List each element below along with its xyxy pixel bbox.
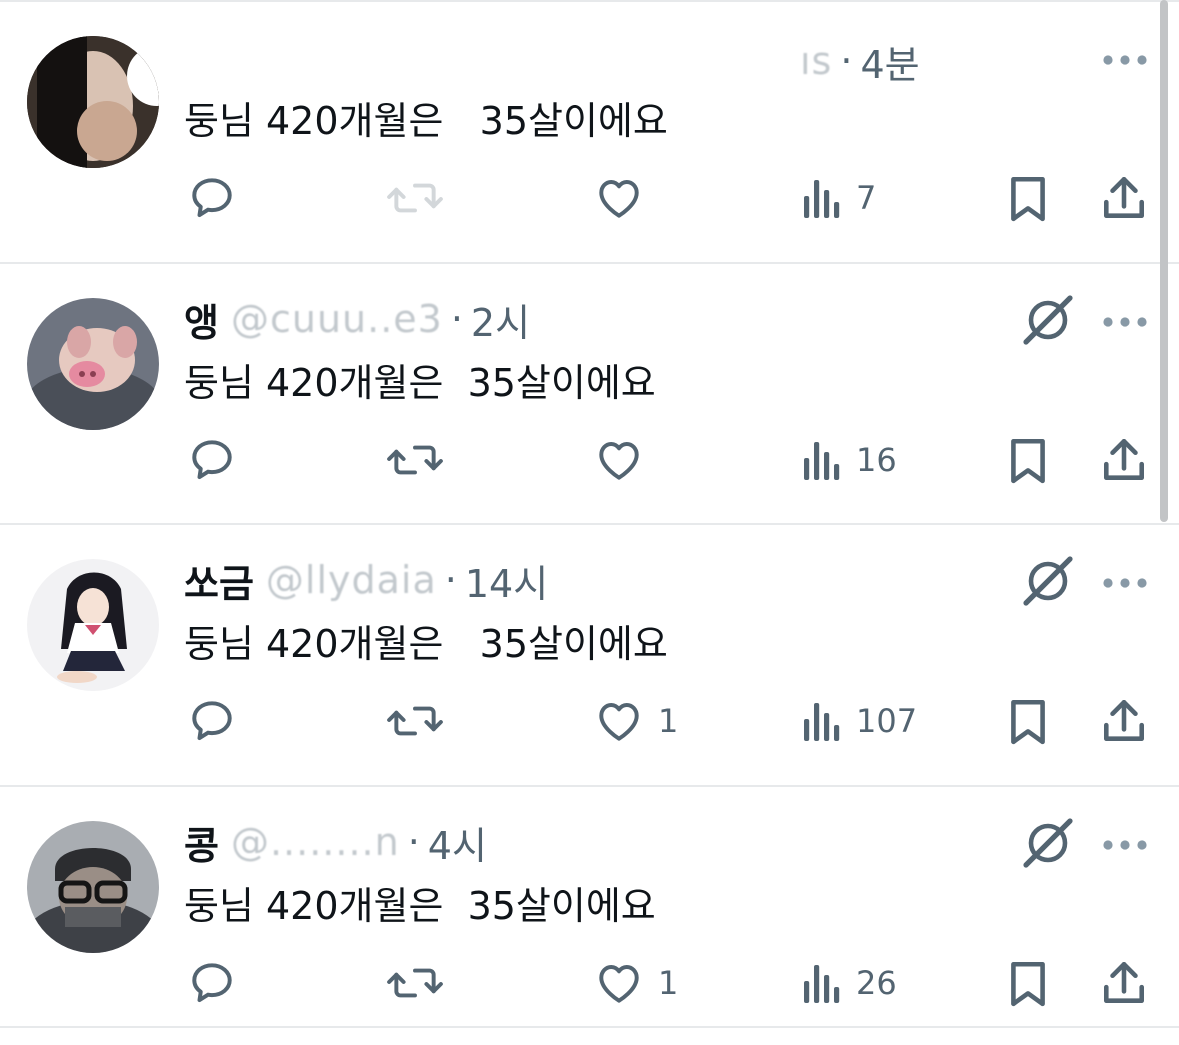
post-header: ıs · 4분 (800, 34, 920, 89)
reply-icon (187, 173, 237, 223)
repost-button[interactable] (386, 168, 458, 228)
avatar[interactable] (27, 36, 159, 168)
separator-dot: · (444, 558, 457, 602)
avatar[interactable] (27, 821, 159, 953)
bookmark-icon (1005, 696, 1051, 746)
more-options-button[interactable] (1100, 40, 1150, 80)
bookmark-button[interactable] (1005, 430, 1051, 490)
more-options-button[interactable] (1100, 302, 1150, 342)
reply-icon (187, 696, 237, 746)
bookmark-icon (1005, 173, 1051, 223)
grok-icon[interactable] (1020, 553, 1076, 609)
repost-button[interactable] (386, 953, 458, 1013)
bookmark-icon (1005, 958, 1051, 1008)
display-name[interactable]: 앵 (184, 292, 219, 347)
separator-dot: · (407, 820, 420, 864)
views-button[interactable]: 7 (802, 168, 876, 228)
reply-icon (187, 435, 237, 485)
timestamp[interactable]: 14시 (465, 553, 548, 608)
reply-feed: ıs · 4분 둥님 420개월은 35살이에요 7 앵 @cuuu..e3 · 2시 둥님 42… (0, 0, 1179, 1039)
grok-icon[interactable] (1020, 815, 1076, 871)
share-icon (1101, 173, 1147, 223)
username[interactable]: ıs (800, 39, 832, 83)
share-icon (1101, 696, 1147, 746)
post-header: 쏘금 @llydaia · 14시 (184, 553, 548, 608)
reply-button[interactable] (187, 953, 251, 1013)
avatar[interactable] (27, 559, 159, 691)
share-button[interactable] (1101, 430, 1147, 490)
timestamp[interactable]: 2시 (471, 292, 530, 347)
bookmark-button[interactable] (1005, 691, 1051, 751)
views-icon (802, 173, 842, 223)
share-icon (1101, 435, 1147, 485)
views-icon (802, 958, 842, 1008)
share-button[interactable] (1101, 691, 1147, 751)
views-icon (802, 696, 842, 746)
repost-icon (386, 958, 444, 1008)
like-button[interactable]: 1 (594, 953, 678, 1013)
separator-dot: · (450, 297, 463, 341)
heart-icon (594, 435, 644, 485)
share-icon (1101, 958, 1147, 1008)
scrollbar[interactable] (1160, 0, 1168, 522)
display-name[interactable]: 콩 (184, 815, 219, 870)
like-button[interactable] (594, 168, 658, 228)
share-button[interactable] (1101, 953, 1147, 1013)
post-text: 둥님 420개월은 35살이에요 (184, 884, 656, 928)
repost-icon (386, 435, 444, 485)
avatar[interactable] (27, 298, 159, 430)
views-button[interactable]: 107 (802, 691, 917, 751)
views-button[interactable]: 26 (802, 953, 897, 1013)
like-button[interactable] (594, 430, 658, 490)
divider (0, 1026, 1179, 1028)
share-button[interactable] (1101, 168, 1147, 228)
display-name[interactable]: 쏘금 (184, 553, 254, 608)
reply-button[interactable] (187, 691, 251, 751)
bookmark-button[interactable] (1005, 953, 1051, 1013)
more-options-button[interactable] (1100, 563, 1150, 603)
more-options-button[interactable] (1100, 825, 1150, 865)
post-text: 둥님 420개월은 35살이에요 (184, 99, 668, 143)
repost-icon (386, 173, 444, 223)
repost-icon (386, 696, 444, 746)
reply-post[interactable]: 콩 @........n · 4시둥님 420개월은 35살이에요 1 26 (0, 785, 1179, 1045)
repost-button[interactable] (386, 691, 458, 751)
heart-icon (594, 696, 644, 746)
reply-post[interactable]: ıs · 4분둥님 420개월은 35살이에요 7 (0, 0, 1179, 260)
post-text: 둥님 420개월은 35살이에요 (184, 622, 668, 666)
username[interactable]: @........n (231, 820, 400, 864)
views-button[interactable]: 16 (802, 430, 897, 490)
heart-icon (594, 958, 644, 1008)
heart-icon (594, 173, 644, 223)
separator-dot: · (840, 39, 853, 83)
bookmark-icon (1005, 435, 1051, 485)
like-count: 1 (658, 702, 679, 740)
reply-button[interactable] (187, 168, 251, 228)
reply-post[interactable]: 쏘금 @llydaia · 14시둥님 420개월은 35살이에요 1 107 (0, 523, 1179, 783)
grok-icon[interactable] (1020, 292, 1076, 348)
post-header: 콩 @........n · 4시 (184, 815, 487, 870)
like-button[interactable]: 1 (594, 691, 678, 751)
views-count: 7 (856, 179, 877, 217)
timestamp[interactable]: 4분 (860, 34, 919, 89)
post-text: 둥님 420개월은 35살이에요 (184, 361, 656, 405)
views-icon (802, 435, 842, 485)
reply-button[interactable] (187, 430, 251, 490)
bookmark-button[interactable] (1005, 168, 1051, 228)
like-count: 1 (658, 964, 679, 1002)
reply-icon (187, 958, 237, 1008)
post-header: 앵 @cuuu..e3 · 2시 (184, 292, 530, 347)
reply-post[interactable]: 앵 @cuuu..e3 · 2시둥님 420개월은 35살이에요 16 (0, 262, 1179, 522)
views-count: 16 (856, 441, 897, 479)
repost-button[interactable] (386, 430, 458, 490)
views-count: 26 (856, 964, 897, 1002)
timestamp[interactable]: 4시 (428, 815, 487, 870)
views-count: 107 (856, 702, 918, 740)
username[interactable]: @llydaia (266, 558, 437, 602)
username[interactable]: @cuuu..e3 (231, 297, 443, 341)
